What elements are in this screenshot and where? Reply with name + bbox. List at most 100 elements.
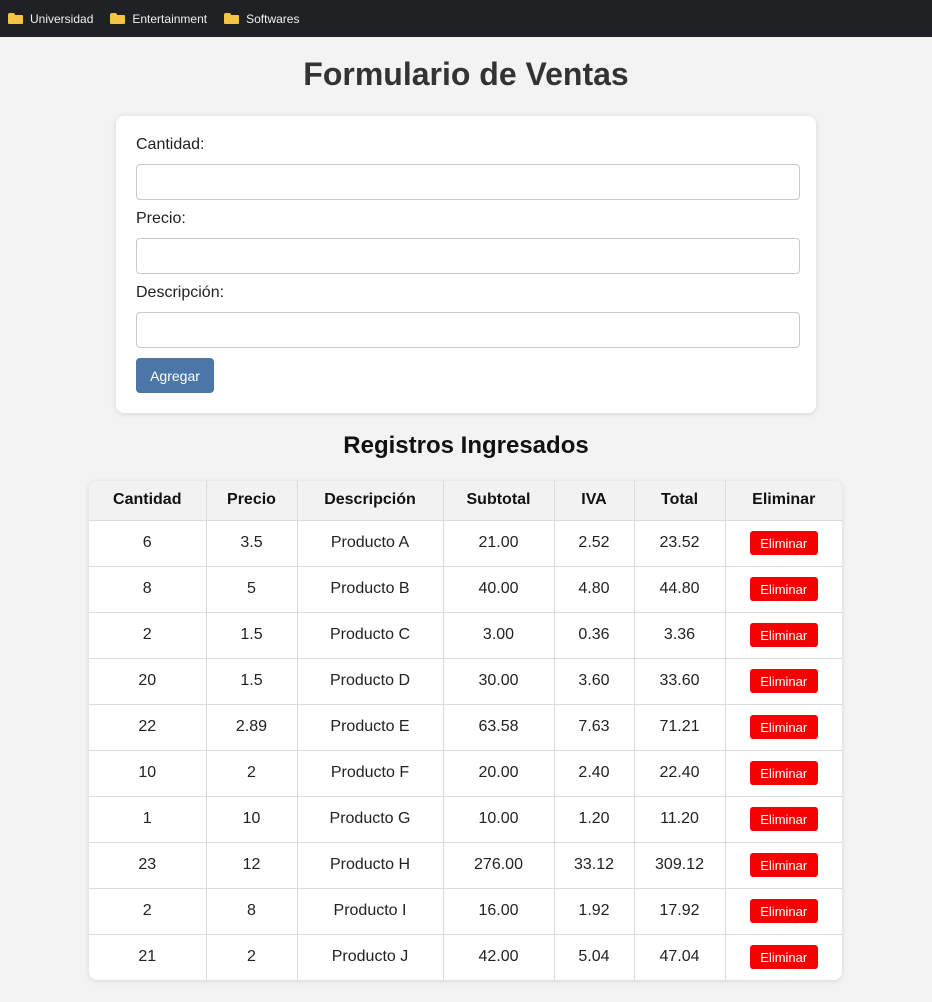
cell-descripcion: Producto F [297,750,444,797]
cell-precio: 12 [206,842,298,889]
cell-total: 17.92 [634,888,726,935]
cell-cantidad: 6 [89,520,207,567]
cell-precio: 5 [206,566,298,613]
cell-precio: 2.89 [206,704,298,751]
cell-descripcion: Producto C [297,612,444,659]
cell-eliminar: Eliminar [725,796,842,843]
table-row: 1 10 Producto G 10.00 1.20 11.20 Elimina… [89,796,842,843]
cell-iva: 5.04 [554,934,635,980]
delete-button[interactable]: Eliminar [749,715,818,739]
cell-subtotal: 42.00 [443,934,555,980]
cell-cantidad: 20 [89,658,207,705]
cell-eliminar: Eliminar [725,612,842,659]
cantidad-input[interactable] [136,164,800,200]
cell-iva: 0.36 [554,612,635,659]
cell-total: 44.80 [634,566,726,613]
table-row: 2 1.5 Producto C 3.00 0.36 3.36 Eliminar [89,612,842,659]
cell-precio: 2 [206,750,298,797]
bookmark-label: Softwares [246,11,300,26]
folder-icon [224,13,240,24]
cell-precio: 3.5 [206,520,298,567]
cell-cantidad: 2 [89,888,207,935]
header-eliminar: Eliminar [725,481,842,521]
precio-input[interactable] [136,238,800,274]
cell-eliminar: Eliminar [725,750,842,797]
descripcion-input[interactable] [136,312,800,348]
cell-descripcion: Producto B [297,566,444,613]
table-row: 20 1.5 Producto D 30.00 3.60 33.60 Elimi… [89,658,842,705]
cell-precio: 8 [206,888,298,935]
folder-icon [8,13,23,24]
descripcion-label: Descripción: [136,284,225,301]
delete-button[interactable]: Eliminar [749,945,818,970]
cell-cantidad: 21 [89,934,207,980]
cell-total: 33.60 [634,658,726,705]
cell-subtotal: 63.58 [443,704,555,751]
delete-button[interactable]: Eliminar [749,899,818,923]
delete-button[interactable]: Eliminar [749,577,818,601]
header-precio: Precio [206,481,298,521]
table-row: 23 12 Producto H 276.00 33.12 309.12 Eli… [89,842,842,889]
cell-descripcion: Producto D [297,658,444,705]
cell-iva: 4.80 [554,566,635,613]
cell-descripcion: Producto A [297,520,444,567]
table-row: 6 3.5 Producto A 21.00 2.52 23.52 Elimin… [89,520,842,567]
table-header-row: Cantidad Precio Descripción Subtotal IVA… [89,481,842,521]
cell-subtotal: 30.00 [443,658,555,705]
table-row: 2 8 Producto I 16.00 1.92 17.92 Eliminar [89,888,842,935]
cell-total: 309.12 [634,842,726,889]
cell-iva: 3.60 [554,658,635,705]
add-button[interactable]: Agregar [136,358,214,393]
cell-eliminar: Eliminar [725,934,842,980]
cell-total: 71.21 [634,704,726,751]
bookmark-entertainment[interactable]: Entertainment [110,12,207,26]
cell-total: 22.40 [634,750,726,797]
cell-subtotal: 16.00 [443,888,555,935]
sales-form: Cantidad: Precio: Descripción: Agregar [116,116,816,413]
bookmark-universidad[interactable]: Universidad [8,12,93,26]
records-table: Cantidad Precio Descripción Subtotal IVA… [89,481,842,980]
cell-descripcion: Producto E [297,704,444,751]
cell-subtotal: 21.00 [443,520,555,567]
bookmark-label: Universidad [30,11,94,26]
header-descripcion: Descripción [297,481,444,521]
cell-iva: 7.63 [554,704,635,751]
cell-subtotal: 276.00 [443,842,555,889]
cell-eliminar: Eliminar [725,842,842,889]
bookmarks-bar: Universidad Entertainment Softwares [0,0,932,37]
cell-total: 11.20 [634,796,726,843]
delete-button[interactable]: Eliminar [749,761,818,785]
delete-button[interactable]: Eliminar [749,807,818,831]
cell-cantidad: 8 [89,566,207,613]
cell-eliminar: Eliminar [725,566,842,613]
header-subtotal: Subtotal [443,481,555,521]
cell-total: 3.36 [634,612,726,659]
delete-button[interactable]: Eliminar [749,623,818,647]
cantidad-label: Cantidad: [136,136,205,153]
header-cantidad: Cantidad [89,481,207,521]
cell-eliminar: Eliminar [725,658,842,705]
cell-eliminar: Eliminar [725,520,842,567]
cell-precio: 1.5 [206,612,298,659]
cell-subtotal: 3.00 [443,612,555,659]
cell-eliminar: Eliminar [725,704,842,751]
delete-button[interactable]: Eliminar [749,853,818,877]
cell-iva: 2.52 [554,520,635,567]
cell-cantidad: 1 [89,796,207,843]
cell-subtotal: 20.00 [443,750,555,797]
cell-precio: 2 [206,934,298,980]
cell-descripcion: Producto G [297,796,444,843]
bookmark-softwares[interactable]: Softwares [224,12,299,26]
table-row: 10 2 Producto F 20.00 2.40 22.40 Elimina… [89,750,842,797]
cell-cantidad: 10 [89,750,207,797]
page-title: Formulario de Ventas [303,56,629,92]
table-row: 8 5 Producto B 40.00 4.80 44.80 Eliminar [89,566,842,613]
cell-iva: 1.20 [554,796,635,843]
folder-icon [110,13,126,24]
cell-descripcion: Producto H [297,842,444,889]
delete-button[interactable]: Eliminar [749,531,818,555]
delete-button[interactable]: Eliminar [749,669,818,693]
cell-eliminar: Eliminar [725,888,842,935]
cell-iva: 33.12 [554,842,635,889]
cell-descripcion: Producto J [297,934,444,980]
